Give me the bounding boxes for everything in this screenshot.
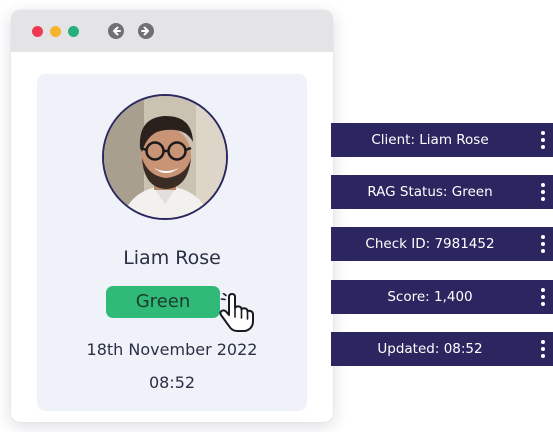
info-bar-client[interactable]: Client: Liam Rose bbox=[331, 123, 553, 157]
avatar bbox=[102, 94, 228, 220]
check-time: 08:52 bbox=[148, 373, 196, 392]
info-bar-rag-status[interactable]: RAG Status: Green bbox=[331, 175, 553, 209]
info-bar-label: Check ID: 7981452 bbox=[365, 236, 495, 252]
status-badge[interactable]: Green bbox=[106, 286, 220, 318]
info-bar-label: RAG Status: Green bbox=[367, 184, 493, 200]
info-bar-updated[interactable]: Updated: 08:52 bbox=[331, 332, 553, 366]
forward-arrow-icon[interactable] bbox=[138, 23, 154, 39]
browser-window: Liam Rose Green 18th November 2022 08:52 bbox=[11, 10, 333, 422]
kebab-menu-icon[interactable] bbox=[541, 339, 545, 359]
back-arrow-icon[interactable] bbox=[108, 23, 124, 39]
info-bar-score[interactable]: Score: 1,400 bbox=[331, 280, 553, 314]
kebab-menu-icon[interactable] bbox=[541, 182, 545, 202]
kebab-menu-icon[interactable] bbox=[541, 234, 545, 254]
info-bar-label: Client: Liam Rose bbox=[371, 132, 489, 148]
kebab-menu-icon[interactable] bbox=[541, 287, 545, 307]
kebab-menu-icon[interactable] bbox=[541, 130, 545, 150]
info-bar-label: Updated: 08:52 bbox=[377, 341, 483, 357]
check-date: 18th November 2022 bbox=[86, 340, 258, 359]
minimize-dot[interactable] bbox=[50, 26, 61, 37]
hand-pointer-icon bbox=[217, 292, 255, 337]
profile-card: Liam Rose Green 18th November 2022 08:52 bbox=[37, 74, 307, 411]
close-dot[interactable] bbox=[32, 26, 43, 37]
title-bar bbox=[11, 10, 333, 52]
info-bar-label: Score: 1,400 bbox=[387, 289, 473, 305]
info-bar-check-id[interactable]: Check ID: 7981452 bbox=[331, 227, 553, 261]
profile-name: Liam Rose bbox=[123, 247, 221, 269]
maximize-dot[interactable] bbox=[68, 26, 79, 37]
